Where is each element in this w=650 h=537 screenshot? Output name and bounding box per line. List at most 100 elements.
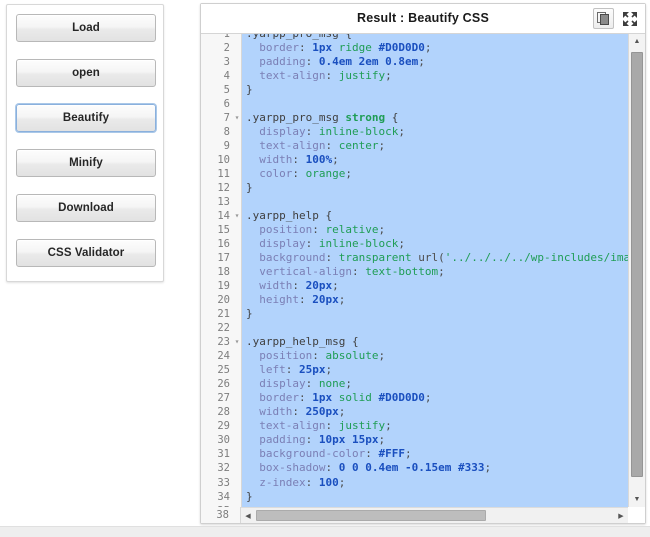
code-line[interactable]: 14 ▾ .yarpp_help { bbox=[201, 209, 628, 224]
code-line[interactable]: 16 display: inline-block; bbox=[201, 237, 628, 252]
fold-marker-icon[interactable]: ▾ bbox=[233, 111, 241, 125]
token-punct bbox=[451, 461, 458, 474]
code-line[interactable]: 31 background-color: #FFF; bbox=[201, 447, 628, 462]
css-validator-button[interactable]: CSS Validator bbox=[16, 239, 156, 267]
code-text[interactable]: width: 250px; bbox=[242, 405, 628, 420]
code-text[interactable]: color: orange; bbox=[242, 167, 628, 182]
code-text[interactable]: .yarpp_help { bbox=[242, 209, 628, 224]
code-text[interactable]: box-shadow: 0 0 0.4em -0.15em #333; bbox=[242, 461, 628, 476]
code-line[interactable]: 1 .yarpp_pro_msg { bbox=[201, 34, 628, 42]
gutter-separator bbox=[234, 461, 242, 476]
code-text[interactable]: } bbox=[242, 489, 628, 504]
code-text[interactable]: height: 20px; bbox=[242, 293, 628, 308]
fold-marker-icon[interactable]: ▾ bbox=[233, 209, 241, 223]
code-text[interactable]: display: none; bbox=[242, 377, 628, 392]
code-line[interactable]: 2 border: 1px ridge #D0D0D0; bbox=[201, 41, 628, 56]
editor-viewport[interactable]: 1.yarpp_pro_msg {2 border: 1px ridge #D0… bbox=[201, 34, 628, 507]
token-prop: display bbox=[259, 377, 306, 391]
token-prop: text-align bbox=[259, 69, 326, 83]
code-line[interactable]: 13 bbox=[201, 195, 628, 210]
vertical-scrollbar-thumb[interactable] bbox=[631, 52, 643, 477]
code-text[interactable]: } bbox=[242, 181, 628, 196]
fullscreen-icon[interactable] bbox=[621, 10, 639, 28]
beautify-button[interactable]: Beautify bbox=[16, 104, 156, 132]
code-text[interactable]: } bbox=[242, 83, 628, 98]
code-line[interactable]: 25 left: 25px; bbox=[201, 363, 628, 378]
code-text[interactable]: padding: 0.4em 2em 0.8em; bbox=[242, 55, 628, 70]
code-text[interactable]: background: transparent url('../../../..… bbox=[242, 251, 628, 266]
code-line[interactable]: 3 padding: 0.4em 2em 0.8em; bbox=[201, 55, 628, 70]
code-text[interactable]: display: inline-block; bbox=[242, 237, 628, 252]
page-footer bbox=[0, 526, 650, 537]
code-text[interactable]: text-align: justify; bbox=[242, 69, 628, 84]
code-text[interactable]: text-align: justify; bbox=[242, 419, 628, 434]
code-text[interactable]: position: absolute; bbox=[242, 349, 628, 364]
code-line[interactable]: 10 width: 100%; bbox=[201, 153, 628, 168]
code-text[interactable]: z-index: 100; bbox=[242, 475, 628, 490]
code-line[interactable]: 20 height: 20px; bbox=[201, 293, 628, 308]
code-line[interactable]: 6 bbox=[201, 97, 628, 112]
code-line[interactable]: 22 bbox=[201, 321, 628, 336]
code-text[interactable]: .yarpp_help_msg { bbox=[242, 335, 628, 350]
code-text[interactable]: border: 1px ridge #D0D0D0; bbox=[242, 41, 628, 56]
token-punct: : bbox=[292, 167, 306, 181]
code-line[interactable]: 24 position: absolute; bbox=[201, 349, 628, 364]
code-text[interactable]: .yarpp_pro_msg strong { bbox=[242, 111, 628, 126]
code-text[interactable]: background-color: #FFF; bbox=[242, 447, 628, 462]
code-text[interactable]: vertical-align: text-bottom; bbox=[242, 265, 628, 280]
code-line[interactable]: 29 text-align: justify; bbox=[201, 419, 628, 434]
code-line[interactable]: 18 vertical-align: text-bottom; bbox=[201, 265, 628, 280]
code-text[interactable]: border: 1px solid #D0D0D0; bbox=[242, 391, 628, 406]
code-line[interactable]: 12} bbox=[201, 181, 628, 196]
code-text[interactable] bbox=[242, 97, 628, 112]
code-line[interactable]: 33 z-index: 100; bbox=[201, 475, 628, 490]
token-prop: display bbox=[259, 237, 306, 251]
scroll-up-arrow-icon[interactable]: ▲ bbox=[629, 34, 645, 49]
code-line[interactable]: 15 position: relative; bbox=[201, 223, 628, 238]
code-text[interactable] bbox=[242, 195, 628, 210]
code-text[interactable]: left: 25px; bbox=[242, 363, 628, 378]
code-line[interactable]: 4 text-align: justify; bbox=[201, 69, 628, 84]
code-text[interactable]: position: relative; bbox=[242, 223, 628, 238]
code-text[interactable]: width: 20px; bbox=[242, 279, 628, 294]
code-line[interactable]: 26 display: none; bbox=[201, 377, 628, 392]
code-line[interactable]: 17 background: transparent url('../../..… bbox=[201, 251, 628, 266]
code-line[interactable]: 7 ▾ .yarpp_pro_msg strong { bbox=[201, 111, 628, 126]
horizontal-scrollbar[interactable]: ◀ ▶ bbox=[241, 507, 628, 523]
open-button[interactable]: open bbox=[16, 59, 156, 87]
code-line[interactable]: 5} bbox=[201, 83, 628, 98]
scroll-down-arrow-icon[interactable]: ▼ bbox=[629, 492, 645, 507]
code-text[interactable]: text-align: center; bbox=[242, 139, 628, 154]
code-line[interactable]: 30 padding: 10px 15px; bbox=[201, 433, 628, 448]
code-editor[interactable]: 1.yarpp_pro_msg {2 border: 1px ridge #D0… bbox=[201, 34, 645, 523]
code-line[interactable]: 21} bbox=[201, 307, 628, 322]
code-text[interactable]: .yarpp_pro_msg { bbox=[242, 34, 628, 42]
code-lines[interactable]: 1.yarpp_pro_msg {2 border: 1px ridge #D0… bbox=[201, 34, 628, 507]
code-text[interactable] bbox=[242, 321, 628, 336]
line-number: 18 bbox=[201, 265, 234, 280]
code-line[interactable]: 19 width: 20px; bbox=[201, 279, 628, 294]
minify-button[interactable]: Minify bbox=[16, 149, 156, 177]
vertical-scrollbar[interactable]: ▲ ▼ bbox=[628, 34, 645, 507]
code-line[interactable]: 9 text-align: center; bbox=[201, 139, 628, 154]
scroll-right-arrow-icon[interactable]: ▶ bbox=[614, 508, 628, 523]
copy-icon[interactable] bbox=[593, 8, 614, 29]
code-line[interactable]: 32 box-shadow: 0 0 0.4em -0.15em #333; bbox=[201, 461, 628, 476]
code-line[interactable]: 11 color: orange; bbox=[201, 167, 628, 182]
download-button[interactable]: Download bbox=[16, 194, 156, 222]
token-punct: : bbox=[305, 475, 319, 489]
code-text[interactable]: } bbox=[242, 307, 628, 322]
code-text[interactable]: display: inline-block; bbox=[242, 125, 628, 140]
code-line[interactable]: 23 ▾ .yarpp_help_msg { bbox=[201, 335, 628, 350]
code-line[interactable]: 27 border: 1px solid #D0D0D0; bbox=[201, 391, 628, 406]
fold-marker-icon[interactable]: ▾ bbox=[233, 335, 241, 349]
gutter-separator bbox=[234, 405, 242, 420]
horizontal-scrollbar-thumb[interactable] bbox=[256, 510, 486, 521]
code-line[interactable]: 28 width: 250px; bbox=[201, 405, 628, 420]
code-text[interactable]: padding: 10px 15px; bbox=[242, 433, 628, 448]
scroll-left-arrow-icon[interactable]: ◀ bbox=[241, 508, 255, 523]
code-text[interactable]: width: 100%; bbox=[242, 153, 628, 168]
code-line[interactable]: 8 display: inline-block; bbox=[201, 125, 628, 140]
load-button[interactable]: Load bbox=[16, 14, 156, 42]
code-line[interactable]: 34} bbox=[201, 489, 628, 504]
